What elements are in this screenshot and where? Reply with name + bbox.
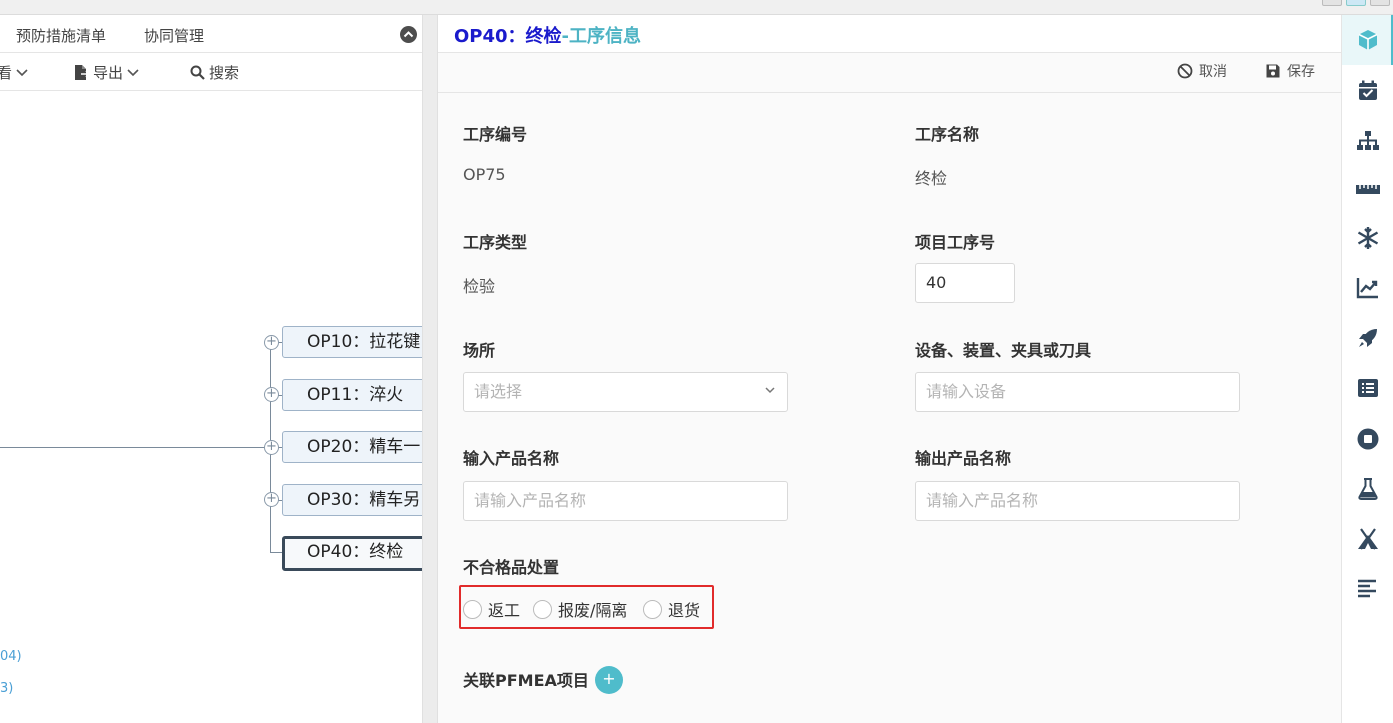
flask-icon[interactable] [1356, 477, 1380, 501]
input-product-label: 输入产品名称 [463, 449, 560, 468]
tab-collaboration[interactable]: 协同管理 [144, 25, 204, 46]
tree-note[interactable]: 3) [0, 681, 13, 696]
site-select[interactable]: 请选择 [463, 372, 788, 412]
ban-icon [1177, 63, 1193, 79]
search-label: 搜索 [209, 64, 240, 82]
radio-rework[interactable]: 返工 [463, 597, 520, 621]
input-product-field[interactable]: 请输入产品名称 [463, 481, 788, 521]
snowflake-icon[interactable] [1356, 226, 1380, 250]
tree-node-op30[interactable]: OP30：精车另 [282, 484, 422, 516]
radio-return-label: 退货 [668, 601, 701, 620]
expand-node-icon[interactable]: + [264, 387, 279, 402]
title-suffix: -工序信息 [561, 26, 642, 47]
view-label: 看 [0, 62, 12, 83]
expand-node-icon[interactable]: + [264, 492, 279, 507]
cancel-button[interactable]: 取消 [1177, 61, 1227, 81]
title-code: OP40：终检 [454, 26, 562, 47]
tree-node-op11[interactable]: OP11：淬火 [282, 379, 422, 411]
save-icon [1266, 64, 1280, 78]
rocket-icon[interactable] [1356, 326, 1380, 350]
tab-preventive-list[interactable]: 预防措施清单 [16, 25, 106, 46]
left-tab-bar: 预防措施清单 协同管理 [0, 15, 422, 53]
export-label: 导出 [93, 64, 124, 82]
tree-connector [270, 552, 282, 553]
chart-line-icon[interactable] [1356, 276, 1380, 300]
op-no-value: OP75 [463, 165, 506, 184]
chevron-down-icon [16, 68, 28, 76]
site-placeholder: 请选择 [474, 382, 523, 401]
tree-node-op20[interactable]: OP20：精车一 [282, 431, 422, 463]
project-op-no-label: 项目工序号 [915, 233, 996, 252]
chevron-down-icon [765, 387, 775, 394]
radio-circle-icon [533, 599, 552, 619]
radio-circle-icon [643, 599, 662, 619]
process-tree-panel: 预防措施清单 协同管理 看 导出 搜索 + + + + OP10：拉花键 OP1… [0, 15, 423, 723]
op-name-value: 终检 [915, 169, 948, 188]
sitemap-icon[interactable] [1356, 129, 1380, 153]
tree-connector [0, 447, 270, 448]
export-dropdown[interactable]: 导出 [73, 62, 139, 83]
expand-node-icon[interactable]: + [264, 335, 279, 350]
cube-icon[interactable] [1356, 28, 1380, 52]
radio-scrap-label: 报废/隔离 [558, 601, 628, 620]
collapse-up-icon[interactable] [400, 26, 417, 43]
search-icon [190, 65, 205, 80]
add-pfmea-button[interactable]: + [595, 666, 623, 694]
tree-node-op40[interactable]: OP40：终检 [282, 536, 422, 571]
calendar-check-icon[interactable] [1356, 79, 1380, 103]
site-label: 场所 [463, 341, 496, 360]
window-top-strip [0, 0, 1393, 15]
page-title: OP40：终检-工序信息 [454, 22, 641, 48]
list-icon[interactable] [1356, 376, 1380, 400]
ruler-icon[interactable] [1356, 177, 1380, 201]
pfmea-label: 关联PFMEA项目 [463, 671, 589, 690]
tree-note[interactable]: 04) [0, 649, 22, 664]
radio-circle-icon [463, 599, 482, 619]
right-icon-sidebar [1341, 15, 1393, 723]
op-type-label: 工序类型 [463, 233, 528, 252]
window-control-icon[interactable] [1346, 0, 1366, 6]
op-no-label: 工序编号 [463, 125, 528, 144]
tree-node-op10[interactable]: OP10：拉花键 [282, 326, 422, 358]
search-button[interactable]: 搜索 [190, 62, 239, 83]
left-toolbar: 看 导出 搜索 [0, 53, 422, 91]
output-product-label: 输出产品名称 [915, 449, 1012, 468]
panel-header: OP40：终检-工序信息 [438, 15, 1341, 53]
operation-info-panel: OP40：终检-工序信息 取消 保存 工序编号 OP75 工序名称 终检 工序类… [437, 15, 1341, 723]
radio-return[interactable]: 退货 [643, 597, 700, 621]
op-type-value: 检验 [463, 277, 496, 296]
file-export-icon [75, 65, 89, 80]
window-control-icon[interactable] [1322, 0, 1342, 6]
align-left-icon[interactable] [1356, 577, 1380, 601]
radio-rework-label: 返工 [488, 601, 521, 620]
ncp-radio-group: 返工 报废/隔离 退货 [459, 585, 714, 629]
chevron-down-icon [127, 68, 139, 76]
ncp-label: 不合格品处置 [463, 558, 560, 577]
op-name-label: 工序名称 [915, 125, 980, 144]
save-label: 保存 [1287, 64, 1315, 80]
action-bar: 取消 保存 [438, 53, 1341, 93]
view-dropdown[interactable]: 看 [0, 62, 28, 83]
output-product-field[interactable]: 请输入产品名称 [915, 481, 1240, 521]
cancel-label: 取消 [1199, 64, 1227, 80]
equipment-label: 设备、装置、夹具或刀具 [915, 341, 1092, 360]
campground-icon[interactable] [1356, 527, 1380, 551]
save-button[interactable]: 保存 [1265, 61, 1315, 81]
expand-node-icon[interactable]: + [264, 440, 279, 455]
project-op-no-input[interactable]: 40 [915, 263, 1015, 303]
equipment-input[interactable]: 请输入设备 [915, 372, 1240, 412]
stop-circle-icon[interactable] [1356, 427, 1380, 451]
window-control-icon[interactable] [1370, 0, 1390, 6]
radio-scrap[interactable]: 报废/隔离 [533, 597, 627, 621]
